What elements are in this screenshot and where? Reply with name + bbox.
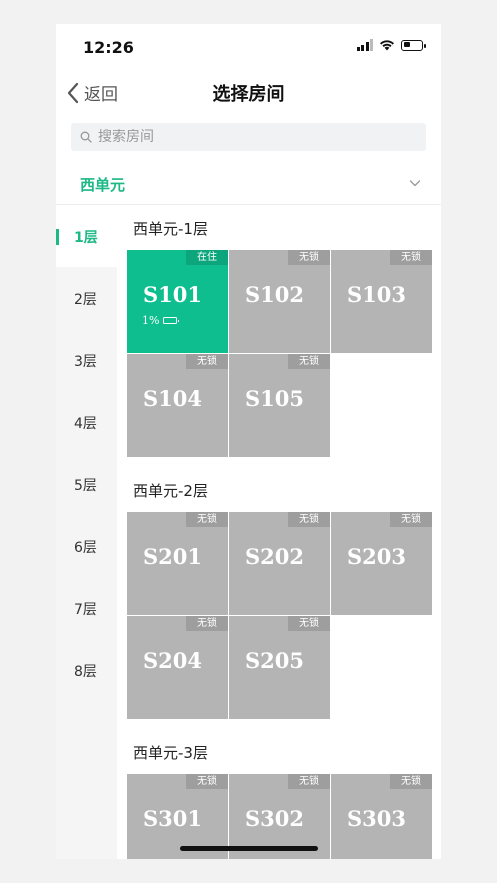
room-card[interactable]: 无锁 S203 [331,512,432,615]
search-input[interactable] [98,129,398,145]
floor-label: 5层 [74,478,97,494]
room-name: S203 [347,544,407,569]
sidebar-item-floor-1[interactable]: 1层 [56,205,117,267]
room-card[interactable]: 无锁 S201 [127,512,228,615]
power-percent: 1% [142,314,160,327]
home-indicator [180,846,318,851]
status-badge: 无锁 [288,616,330,631]
status-badge: 无锁 [390,774,432,789]
room-name: S301 [143,806,203,831]
room-list: 西单元-1层在住 S101 1% 无锁 S102 无锁 S103 无锁 S104 无锁 S105 西单… [117,205,441,859]
room-card[interactable]: 无锁 S205 [229,616,330,719]
section-title: 西单元-2层 [133,482,208,500]
room-card[interactable]: 无锁 S202 [229,512,330,615]
room-name: S303 [347,806,407,831]
sidebar-item-floor-6[interactable]: 6层 [56,515,117,577]
unit-label: 西单元 [80,176,126,194]
floor-label: 6层 [74,540,97,556]
power-level: 1% [142,314,180,327]
floor-label: 7层 [74,602,97,618]
section-title: 西单元-1层 [133,220,208,238]
room-card[interactable]: 无锁 S105 [229,354,330,457]
status-time: 12:26 [83,38,134,57]
room-name: S201 [143,544,203,569]
room-card[interactable]: 无锁 S102 [229,250,330,353]
room-name: S101 [143,282,203,307]
floor-label: 4层 [74,416,97,432]
status-badge: 在住 [186,250,228,265]
status-badge: 无锁 [390,250,432,265]
floor-label: 8层 [74,664,97,680]
search-icon [80,131,92,143]
room-card[interactable]: 无锁 S204 [127,616,228,719]
battery-icon [163,317,180,324]
search-bar[interactable] [71,123,426,151]
status-badge: 无锁 [288,774,330,789]
status-badge: 无锁 [288,354,330,369]
sidebar-item-floor-3[interactable]: 3层 [56,329,117,391]
status-badge: 无锁 [390,512,432,527]
sidebar-item-floor-7[interactable]: 7层 [56,577,117,639]
phone-screen: 12:26 返回 选择房间 西单元 [56,24,441,859]
room-name: S102 [245,282,305,307]
sidebar-item-floor-4[interactable]: 4层 [56,391,117,453]
status-badge: 无锁 [186,512,228,527]
chevron-down-icon [409,180,421,187]
status-badge: 无锁 [288,250,330,265]
sidebar-item-floor-5[interactable]: 5层 [56,453,117,515]
floor-label: 1层 [74,230,98,246]
room-name: S204 [143,648,203,673]
room-name: S302 [245,806,305,831]
floor-label: 2层 [74,292,97,308]
status-badge: 无锁 [186,616,228,631]
room-card[interactable]: 无锁 S303 [331,774,432,859]
sidebar-item-floor-8[interactable]: 8层 [56,639,117,701]
floor-label: 3层 [74,354,97,370]
battery-icon [401,39,426,51]
room-card[interactable]: 在住 S101 1% [127,250,228,353]
room-card[interactable]: 无锁 S103 [331,250,432,353]
floor-sidebar: 1层 2层 3层 4层 5层 6层 7层 8层 [56,205,117,859]
room-name: S205 [245,648,305,673]
sidebar-item-floor-2[interactable]: 2层 [56,267,117,329]
status-badge: 无锁 [288,512,330,527]
room-card[interactable]: 无锁 S104 [127,354,228,457]
navigation-bar: 返回 选择房间 [56,72,441,114]
room-name: S202 [245,544,305,569]
status-badge: 无锁 [186,354,228,369]
status-bar: 12:26 [56,24,441,72]
room-name: S105 [245,386,305,411]
signal-icon [356,39,373,51]
unit-selector[interactable]: 西单元 [56,164,441,205]
page-title: 选择房间 [212,84,285,105]
section-title: 西单元-3层 [133,744,208,762]
room-name: S103 [347,282,407,307]
wifi-icon [380,40,394,51]
status-badge: 无锁 [186,774,228,789]
active-indicator [56,229,59,245]
status-icons [356,39,426,51]
room-name: S104 [143,386,203,411]
